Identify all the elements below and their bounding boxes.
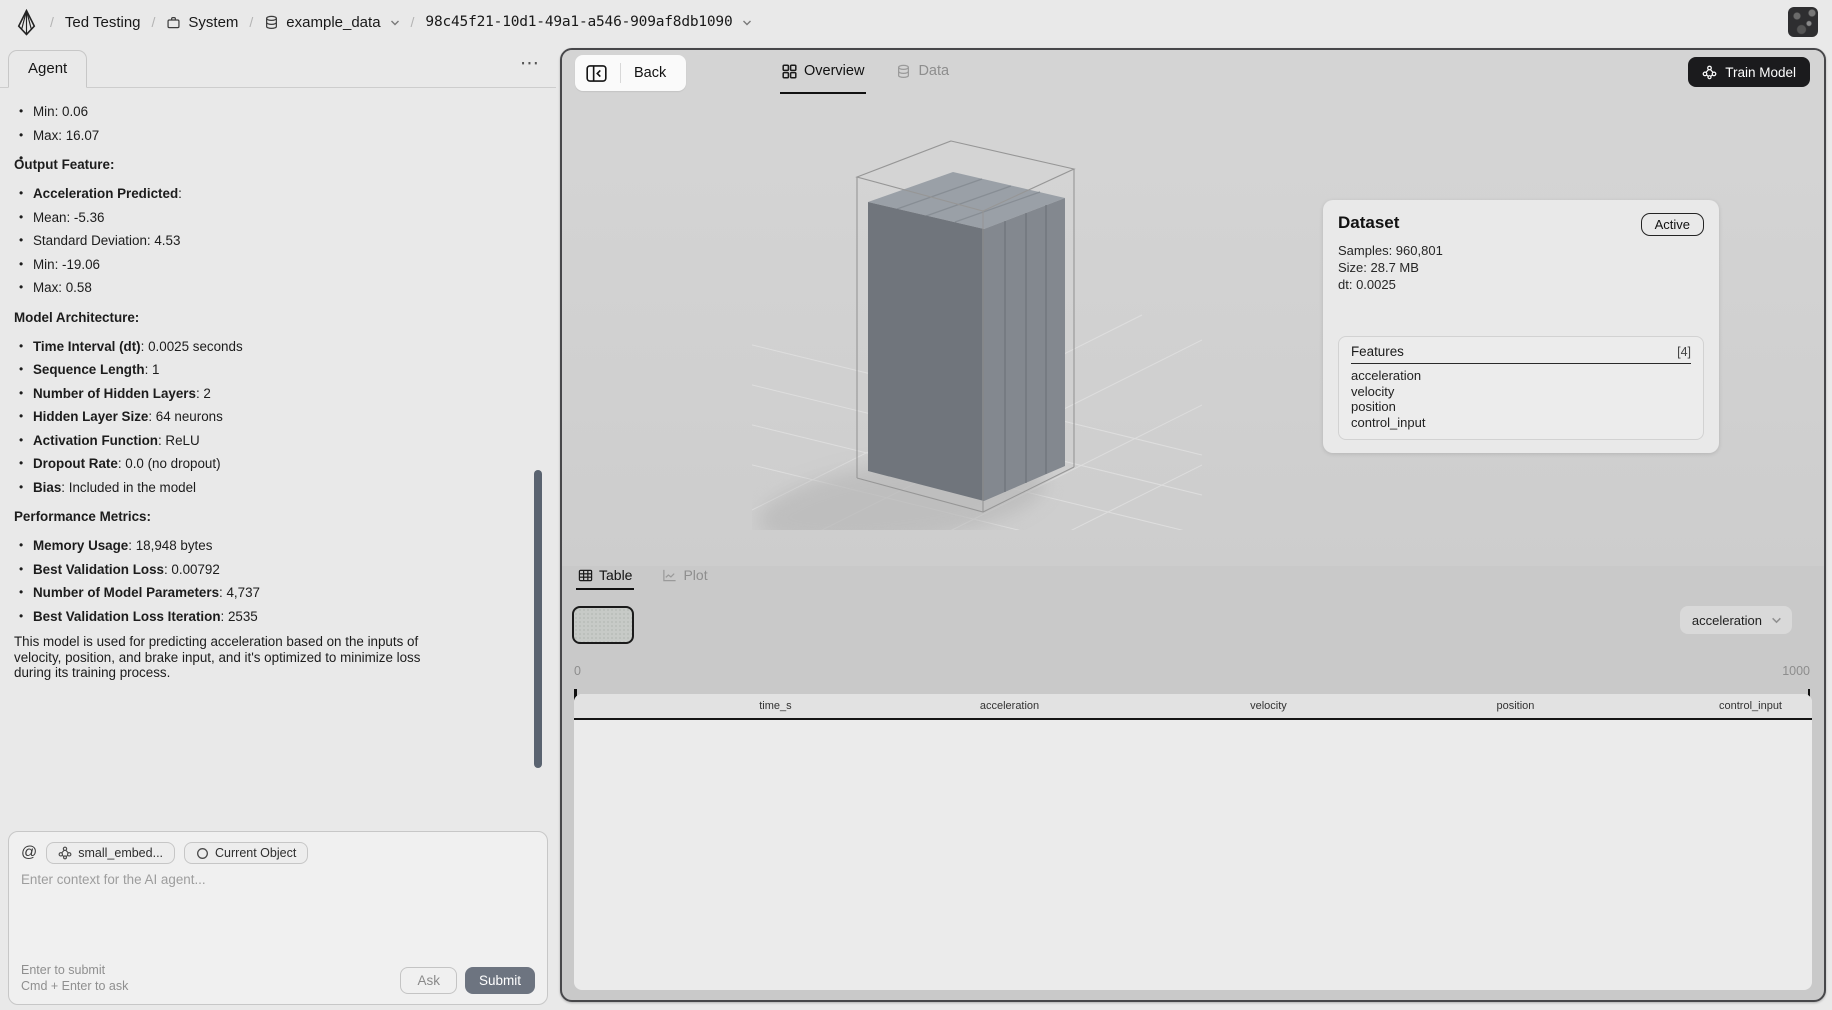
agent-sidebar: Agent ⋯ Min: 0.06 Max: 16.07 Output Featur… xyxy=(0,44,556,1010)
agent-bullet-item: Memory Usage: 18,948 bytes xyxy=(14,536,538,556)
table-column-header: velocity xyxy=(1069,700,1317,712)
features-title: Features xyxy=(1351,344,1404,359)
tab-data[interactable]: Data xyxy=(894,50,951,94)
data-table: time_saccelerationvelocitypositioncontro… xyxy=(574,694,1812,990)
dataset-size: Size: 28.7 MB xyxy=(1338,259,1704,276)
agent-bullet-item: Bias: Included in the model xyxy=(14,478,538,498)
mention-icon[interactable]: @ xyxy=(21,844,37,862)
database-icon xyxy=(896,64,911,79)
agent-paragraph: This model is used for predicting accele… xyxy=(14,634,454,681)
grid-icon xyxy=(782,64,797,79)
3d-model-box xyxy=(752,110,1202,530)
dataset-samples: Samples: 960,801 xyxy=(1338,242,1704,259)
feature-select-dropdown[interactable]: acceleration xyxy=(1680,606,1792,634)
dataset-card: Dataset Active Samples: 960,801 Size: 28… xyxy=(1323,200,1719,453)
tab-overview[interactable]: Overview xyxy=(780,50,866,94)
tab-agent[interactable]: Agent xyxy=(8,50,87,88)
train-model-button[interactable]: Train Model xyxy=(1688,57,1810,87)
chevron-down-icon xyxy=(1771,615,1782,625)
network-icon xyxy=(58,846,72,860)
submit-button[interactable]: Submit xyxy=(465,967,535,994)
agent-section-heading: Performance Metrics: xyxy=(14,509,538,524)
table-column-header: position xyxy=(1317,700,1565,712)
back-group: Back xyxy=(575,55,686,91)
table-column-header: time_s xyxy=(574,700,822,712)
chevron-down-icon xyxy=(390,18,400,27)
table-icon xyxy=(578,568,593,583)
agent-bullet-item: Hidden Layer Size: 64 neurons xyxy=(14,407,538,427)
agent-bullet-item: Acceleration Predicted: xyxy=(14,184,538,204)
divider xyxy=(620,63,621,83)
tab-table[interactable]: Table xyxy=(576,562,634,590)
collapse-sidebar-icon[interactable] xyxy=(586,64,607,83)
breadcrumb-workspace[interactable]: Ted Testing xyxy=(65,14,141,31)
user-avatar[interactable] xyxy=(1788,7,1818,37)
dataset-dt: dt: 0.0025 xyxy=(1338,276,1704,293)
chat-hints: Enter to submit Cmd + Enter to ask xyxy=(21,962,128,994)
agent-section-heading: Model Architecture: xyxy=(14,310,538,325)
database-icon xyxy=(264,15,279,30)
agent-bullet-item: Activation Function: ReLU xyxy=(14,431,538,451)
agent-bullet-item: Number of Model Parameters: 4,737 xyxy=(14,583,538,603)
feature-item: control_input xyxy=(1351,415,1691,431)
dataset-card-title: Dataset xyxy=(1338,213,1399,233)
network-icon xyxy=(1702,65,1717,80)
slider-max-label: 1000 xyxy=(1782,664,1810,678)
feature-item: position xyxy=(1351,399,1691,415)
breadcrumb-separator: / xyxy=(152,14,156,30)
app-logo-icon[interactable] xyxy=(14,9,39,36)
ellipsis-menu-icon[interactable]: ⋯ xyxy=(520,52,540,75)
agent-section-heading: Output Feature: xyxy=(14,157,538,172)
feature-item: acceleration xyxy=(1351,368,1691,384)
active-status-badge[interactable]: Active xyxy=(1641,213,1704,236)
context-chip-current-object[interactable]: Current Object xyxy=(184,842,308,864)
line-chart-icon xyxy=(662,568,677,583)
package-icon xyxy=(166,15,181,30)
agent-panel-header: Agent ⋯ xyxy=(0,44,556,88)
main-panel: Back Overview xyxy=(560,48,1826,1002)
slider-min-label: 0 xyxy=(574,664,581,678)
chevron-down-icon xyxy=(742,18,752,27)
agent-bullet-item: Dropout Rate: 0.0 (no dropout) xyxy=(14,454,538,474)
features-box: Features [4] accelerationvelocitypositio… xyxy=(1338,336,1704,440)
back-button[interactable]: Back xyxy=(634,65,666,81)
topbar: / Ted Testing / System / example_data / … xyxy=(0,0,1832,44)
agent-chat-box: @ small_embed... Current Object xyxy=(8,831,548,1005)
agent-bullet-item: Mean: -5.36 xyxy=(14,208,538,228)
feature-item: velocity xyxy=(1351,384,1691,400)
range-thumbnail[interactable] xyxy=(572,606,634,644)
circle-icon xyxy=(196,847,209,860)
ask-button[interactable]: Ask xyxy=(400,967,457,994)
agent-bullet-item: Best Validation Loss Iteration: 2535 xyxy=(14,607,538,627)
agent-bullet-item: Number of Hidden Layers: 2 xyxy=(14,384,538,404)
agent-context-input[interactable] xyxy=(21,872,535,962)
context-chip-model[interactable]: small_embed... xyxy=(46,842,175,864)
table-column-header: control_input xyxy=(1564,700,1812,712)
agent-bullet-item: Time Interval (dt): 0.0025 seconds xyxy=(14,337,538,357)
agent-content: Min: 0.06 Max: 16.07 Output Feature: Accele… xyxy=(0,88,556,830)
tab-plot[interactable]: Plot xyxy=(660,562,709,590)
breadcrumb-dataset[interactable]: example_data xyxy=(264,14,399,31)
breadcrumb-object-id[interactable]: 98c45f21-10d1-49a1-a546-909af8db1090 xyxy=(425,14,751,30)
features-count: [4] xyxy=(1677,345,1691,359)
sidebar-scrollbar[interactable] xyxy=(534,470,542,768)
breadcrumb-system[interactable]: System xyxy=(166,14,238,31)
agent-bullet-item: Sequence Length: 1 xyxy=(14,360,538,380)
breadcrumb-separator: / xyxy=(50,14,54,30)
agent-bullet-item: Standard Deviation: 4.53 xyxy=(14,231,538,251)
agent-bullet-item: Max: 16.07 xyxy=(14,126,538,146)
main-header: Back Overview xyxy=(562,50,1824,94)
breadcrumb-separator: / xyxy=(411,14,415,30)
agent-bullet-item: Min: -19.06 xyxy=(14,255,538,275)
agent-bullet-item: Min: 0.06 xyxy=(14,102,538,122)
agent-bullet-item: Max: 0.58 xyxy=(14,278,538,298)
agent-bullet-item: Best Validation Loss: 0.00792 xyxy=(14,560,538,580)
breadcrumb-separator: / xyxy=(249,14,253,30)
table-column-header: acceleration xyxy=(822,700,1070,712)
